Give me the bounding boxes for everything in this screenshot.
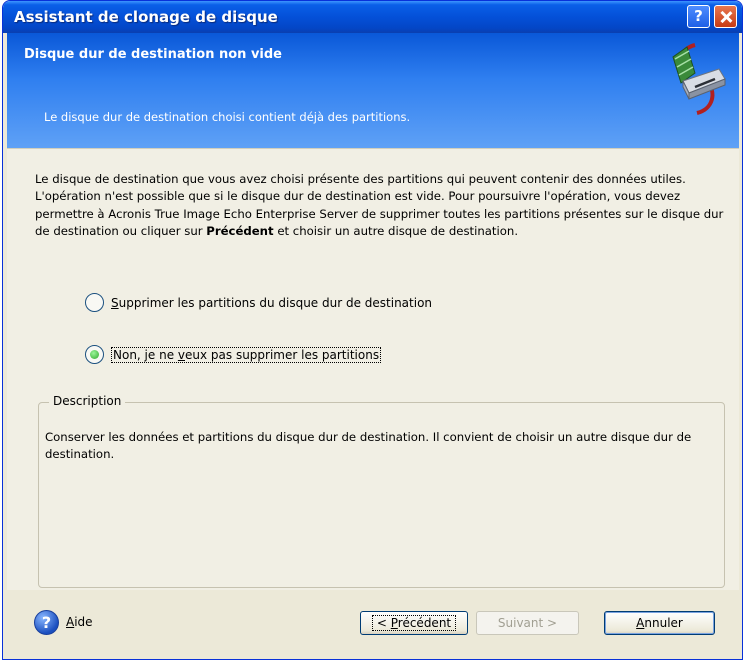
previous-button[interactable]: < Précédent — [360, 611, 468, 635]
intro-end: et choisir un autre disque de destinatio… — [277, 224, 519, 239]
label-prefix: Non, je ne — [113, 347, 178, 362]
title-bar[interactable]: Assistant de clonage de disque ? — [3, 1, 742, 33]
mnemonic: S — [111, 295, 119, 310]
mnemonic: A — [66, 615, 75, 629]
intro-text: Le disque de destination que vous avez c… — [35, 171, 725, 241]
mnemonic: P — [390, 616, 398, 630]
cancel-button[interactable]: Annuler — [604, 611, 715, 635]
description-legend: Description — [49, 394, 126, 408]
next-button[interactable]: Suivant > — [476, 611, 579, 635]
intro-bold-link: Précédent — [206, 224, 274, 239]
label-rest: ide — [74, 615, 93, 629]
label-lead: < — [376, 616, 391, 630]
radio-delete-partitions[interactable]: Supprimer les partitions du disque dur d… — [85, 293, 432, 312]
label-rest: nnuler — [644, 616, 683, 630]
radio-circle-selected[interactable] — [85, 345, 104, 364]
close-icon[interactable] — [714, 5, 737, 28]
wizard-window: Assistant de clonage de disque ? Disque … — [2, 0, 743, 660]
mnemonic: v — [177, 347, 185, 362]
page-subtitle: Le disque dur de destination choisi cont… — [44, 110, 411, 124]
disk-clone-icon — [672, 43, 726, 115]
wizard-content: Le disque de destination que vous avez c… — [7, 148, 739, 590]
radio-keep-partitions[interactable]: Non, je ne veux pas supprimer les partit… — [85, 345, 382, 364]
wizard-header: Disque dur de destination non vide Le di… — [7, 33, 739, 148]
label-rest: upprimer les partitions du disque dur de… — [118, 295, 433, 310]
titlebar-help-button[interactable]: ? — [687, 5, 710, 28]
wizard-footer: ? Aide < Précédent Suivant > Annuler — [7, 590, 739, 656]
page-title: Disque dur de destination non vide — [24, 47, 282, 62]
label-rest: récédent — [397, 616, 452, 630]
radio-circle[interactable] — [85, 293, 104, 312]
radio-delete-label[interactable]: Supprimer les partitions du disque dur d… — [111, 296, 432, 310]
help-link[interactable]: Aide — [66, 615, 93, 629]
description-groupbox: Description Conserver les données et par… — [38, 394, 725, 588]
help-icon[interactable]: ? — [34, 610, 59, 635]
radio-keep-label[interactable]: Non, je ne veux pas supprimer les partit… — [111, 346, 382, 363]
description-text: Conserver les données et partitions du d… — [45, 430, 692, 462]
window-title: Assistant de clonage de disque — [14, 8, 278, 26]
label-rest: eux pas supprimer les partitions — [185, 347, 380, 362]
